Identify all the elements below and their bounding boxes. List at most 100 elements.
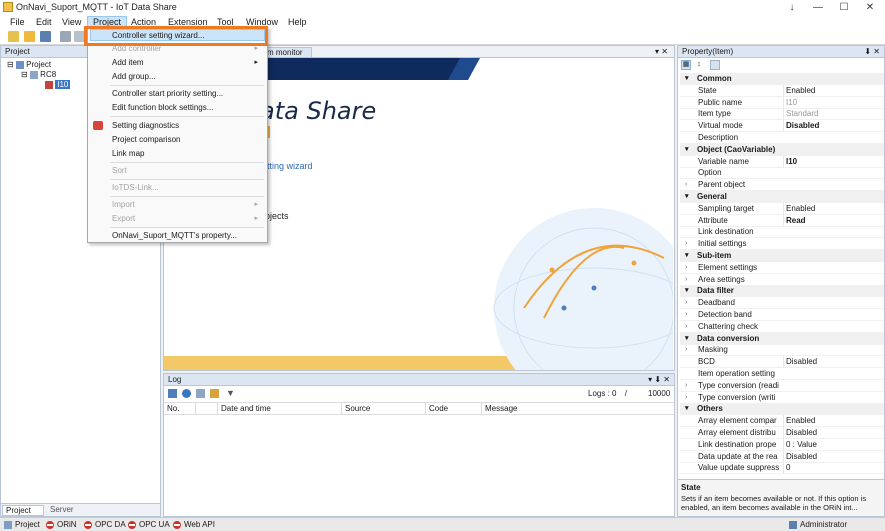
property-category[interactable]: ▾ Sub-item [680, 250, 884, 262]
expand-icon[interactable]: › [685, 321, 687, 333]
menu-view[interactable]: View [57, 16, 86, 29]
property-row[interactable]: Description [680, 132, 884, 144]
tab-item-monitor[interactable]: m monitor [264, 47, 312, 58]
expand-icon[interactable]: › [685, 309, 687, 321]
collapse-icon[interactable]: ▾ [685, 191, 689, 203]
property-value[interactable]: Enabled [783, 415, 881, 428]
property-row[interactable]: Sampling target Enabled [680, 202, 884, 215]
property-row[interactable]: › Type conversion (writi [680, 392, 884, 404]
menu-item-project-comparison[interactable]: Project comparison [88, 134, 267, 146]
menu-item-link-map[interactable]: Link map [88, 148, 267, 160]
log-filter-icon[interactable]: ▼ [226, 388, 235, 398]
status-opc-da[interactable]: OPC DA [84, 520, 126, 530]
property-value[interactable]: I10 [783, 96, 881, 109]
property-category[interactable]: ▾ Data filter [680, 285, 884, 298]
close-button[interactable]: ✕ [857, 0, 883, 15]
minimize-button[interactable]: — [805, 0, 831, 15]
property-row[interactable]: › Initial settings [680, 238, 884, 251]
tree-expander-icon[interactable]: ⊟ [7, 60, 14, 69]
property-category[interactable]: ▾ Object (CaoVariable) [680, 143, 884, 156]
property-row[interactable]: › Chattering check [680, 321, 884, 333]
expand-icon[interactable]: › [685, 238, 687, 250]
property-row[interactable]: Array element compar Enabled [680, 415, 884, 428]
property-row[interactable]: Item operation setting [680, 368, 884, 380]
property-value[interactable]: 0 [783, 462, 881, 475]
status-project[interactable]: Project [4, 520, 40, 530]
log-col-code[interactable]: Code [426, 403, 482, 415]
property-value[interactable]: Read [783, 214, 881, 227]
property-row[interactable]: Attribute Read [680, 214, 884, 227]
pin-window-button[interactable]: ↓ [779, 0, 805, 15]
log-col-no[interactable]: No. [164, 403, 196, 415]
new-project-icon[interactable] [8, 31, 19, 42]
property-row[interactable]: › Deadband [680, 297, 884, 310]
log-col-datetime[interactable]: Date and time [218, 403, 342, 415]
property-value[interactable]: 0 : Value [783, 438, 881, 451]
log-save-icon[interactable] [196, 389, 205, 398]
property-row[interactable]: Variable name I10 [680, 155, 884, 168]
property-value[interactable]: Enabled [783, 202, 881, 215]
log-col-icon[interactable] [196, 403, 218, 415]
property-value[interactable]: Enabled [783, 84, 881, 97]
tree-node-project[interactable]: ⊟ Project [7, 60, 51, 69]
property-value[interactable]: Disabled [783, 450, 881, 463]
property-pages-icon[interactable] [710, 60, 720, 70]
document-tab-controls[interactable]: ▾ ✕ [655, 46, 668, 58]
property-row[interactable]: Link destination prope 0 : Value [680, 438, 884, 451]
collapse-icon[interactable]: ▾ [685, 403, 689, 415]
alphabetical-view-icon[interactable]: ↕ [694, 60, 704, 70]
menu-item-edit-function-block[interactable]: Edit function block settings... [88, 102, 267, 114]
property-category[interactable]: ▾ General [680, 191, 884, 203]
expand-icon[interactable]: › [685, 392, 687, 404]
expand-icon[interactable]: › [685, 380, 687, 392]
property-row[interactable]: Item type Standard [680, 108, 884, 121]
property-category[interactable]: ▾ Common [680, 73, 884, 85]
property-value[interactable]: Disabled [783, 356, 881, 369]
property-row[interactable]: › Type conversion (readi [680, 380, 884, 392]
open-folder-icon[interactable] [24, 31, 35, 42]
property-category[interactable]: ▾ Others [680, 403, 884, 416]
property-value[interactable]: Disabled [783, 120, 881, 133]
property-row[interactable]: Option [680, 167, 884, 180]
property-row[interactable]: › Masking [680, 344, 884, 357]
tree-node-i10[interactable]: I10 [45, 80, 71, 89]
expand-icon[interactable]: › [685, 179, 687, 191]
menu-item-controller-start-priority[interactable]: Controller start priority setting... [88, 88, 267, 100]
collapse-icon[interactable]: ▾ [685, 333, 689, 345]
property-row[interactable]: Array element distribu Disabled [680, 427, 884, 439]
status-opc-ua[interactable]: OPC UA [128, 520, 170, 530]
status-web-api[interactable]: Web API [173, 520, 215, 530]
menu-item-add-group[interactable]: Add group... [88, 71, 267, 83]
property-row[interactable]: Value update suppress 0 [680, 462, 884, 475]
property-row[interactable]: › Detection band [680, 309, 884, 321]
save-icon[interactable] [40, 31, 51, 42]
log-panel-controls[interactable]: ▾ ⬇ ✕ [648, 374, 670, 386]
tree-node-rc8[interactable]: ⊟ RC8 [21, 70, 56, 79]
property-row[interactable]: › Area settings [680, 274, 884, 286]
property-panel-controls[interactable]: ⬇ ✕ [864, 46, 880, 58]
tree-expander-icon[interactable]: ⊟ [21, 70, 28, 79]
status-orin[interactable]: ORiN [46, 520, 77, 530]
menu-help[interactable]: Help [283, 16, 312, 29]
property-row[interactable]: Virtual mode Disabled [680, 120, 884, 133]
property-row[interactable]: › Parent object [680, 179, 884, 192]
collapse-icon[interactable]: ▾ [685, 144, 689, 156]
property-row[interactable]: State Enabled [680, 84, 884, 97]
menu-item-project-property[interactable]: OnNavi_Suport_MQTT's property... [88, 230, 267, 242]
menu-file[interactable]: File [5, 16, 30, 29]
property-value[interactable]: Disabled [783, 427, 881, 439]
log-col-source[interactable]: Source [342, 403, 426, 415]
copy-icon[interactable] [60, 31, 71, 42]
wizard-link[interactable]: etting wizard [262, 161, 313, 171]
property-value[interactable]: Standard [783, 108, 881, 121]
log-clear-icon[interactable] [210, 389, 219, 398]
menu-edit[interactable]: Edit [31, 16, 57, 29]
tab-project[interactable]: Project [2, 505, 44, 516]
property-row[interactable]: Link destination [680, 226, 884, 239]
log-refresh-icon[interactable] [168, 389, 177, 398]
menu-item-setting-diagnostics[interactable]: Setting diagnostics [88, 120, 267, 132]
categorized-view-icon[interactable]: ▦ [681, 60, 691, 70]
property-category[interactable]: ▾ Data conversion [680, 332, 884, 345]
collapse-icon[interactable]: ▾ [685, 285, 689, 297]
property-value[interactable]: I10 [783, 155, 881, 168]
